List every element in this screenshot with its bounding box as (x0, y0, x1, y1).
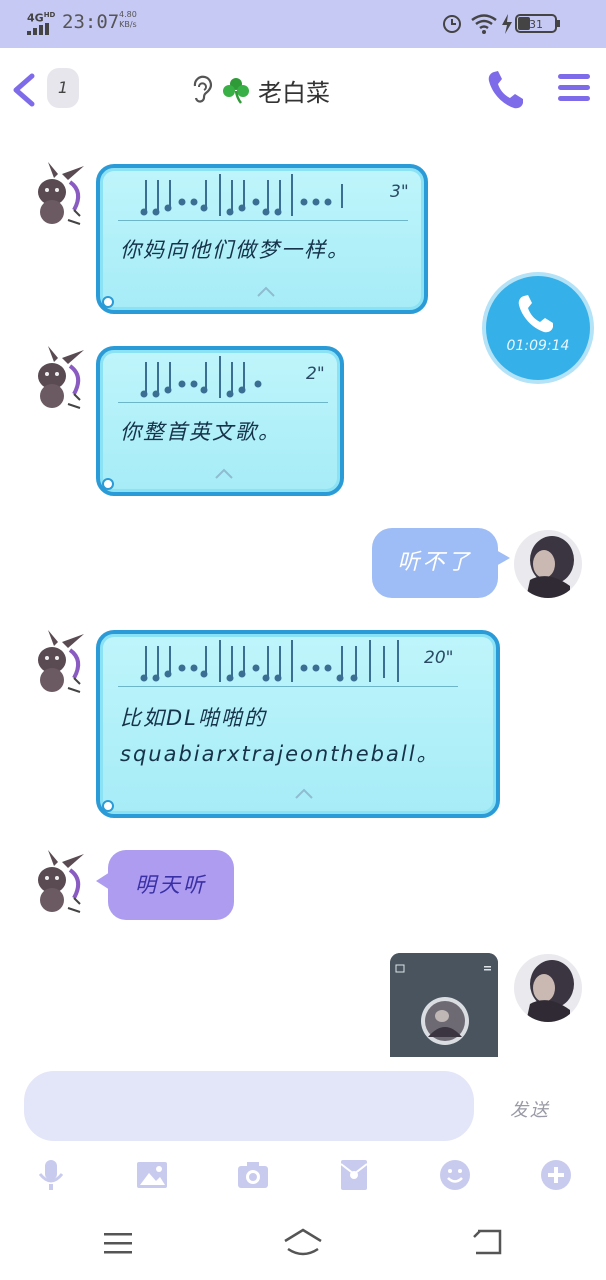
voice-waveform (140, 174, 343, 216)
divider (118, 220, 408, 221)
voice-transcript: 你整首英文歌。 (120, 420, 281, 444)
input-toolbar (0, 1150, 606, 1200)
divider (118, 402, 328, 403)
emoji-icon[interactable] (438, 1158, 472, 1192)
chevron-up-icon[interactable] (214, 468, 234, 480)
voice-transcript-line2: squabiarxtrajeontheball。 (120, 742, 440, 766)
menu-icon[interactable] (556, 70, 592, 106)
received-message-bubble[interactable]: 明天听 (108, 850, 234, 920)
signal-icon (27, 23, 49, 35)
voice-duration: 2" (306, 364, 325, 384)
my-avatar[interactable] (514, 530, 582, 598)
image-icon[interactable] (135, 1158, 169, 1192)
image-message[interactable] (390, 953, 498, 1057)
system-nav-bar (0, 1205, 606, 1280)
clock: 23:07 (62, 11, 120, 33)
call-duration: 01:09:14 (506, 338, 570, 354)
sent-message-bubble[interactable]: 听不了 (372, 528, 498, 598)
battery-level: 31 (529, 18, 543, 31)
alarm-icon (443, 15, 461, 33)
status-icons: 31 (442, 12, 582, 34)
send-button[interactable]: 发送 (510, 1096, 550, 1122)
phone-icon (518, 295, 553, 333)
charging-icon (502, 14, 512, 34)
microphone-icon[interactable] (34, 1158, 68, 1192)
camera-icon[interactable] (236, 1158, 270, 1192)
red-packet-icon[interactable] (337, 1158, 371, 1192)
bubble-tail (102, 296, 114, 308)
voice-message-bubble[interactable]: 20" 比如DL啪啪的 squabiarxtrajeontheball。 (96, 630, 500, 818)
home-icon[interactable] (282, 1227, 324, 1259)
back-icon[interactable] (8, 70, 38, 110)
back-nav-icon[interactable] (470, 1227, 504, 1259)
clover-icon (223, 78, 249, 104)
bubble-tail (102, 478, 114, 490)
battery-icon: 31 (515, 14, 560, 33)
contact-title[interactable]: 老白菜 (190, 72, 330, 108)
voice-transcript-line1: 比如DL啪啪的 (120, 706, 267, 730)
voice-duration: 20" (424, 648, 454, 668)
chevron-up-icon[interactable] (294, 788, 314, 800)
contact-name: 老白菜 (258, 78, 330, 107)
voice-message-bubble[interactable]: 2" 你整首英文歌。 (96, 346, 344, 496)
ear-icon (193, 75, 212, 103)
plus-icon[interactable] (539, 1158, 573, 1192)
bubble-tail (102, 800, 114, 812)
contact-avatar[interactable] (22, 628, 92, 698)
network-speed: 4.80 KB/s (119, 10, 137, 29)
network-indicator: 4GHD (27, 11, 56, 25)
voice-call-icon[interactable] (486, 68, 526, 112)
contact-avatar[interactable] (22, 344, 92, 414)
message-input[interactable] (24, 1071, 474, 1141)
contact-avatar[interactable] (22, 160, 92, 230)
divider (118, 686, 458, 687)
voice-waveform (140, 640, 399, 682)
voice-duration: 3" (390, 182, 409, 202)
unread-count-badge[interactable]: 1 (47, 68, 79, 108)
bubble-tail (496, 550, 510, 566)
voice-message-bubble[interactable]: 3" 你妈向他们做梦一样。 (96, 164, 428, 314)
voice-waveform (140, 356, 262, 398)
recent-apps-icon[interactable] (102, 1227, 134, 1259)
my-avatar[interactable] (514, 954, 582, 1022)
chevron-up-icon[interactable] (256, 286, 276, 298)
contact-avatar[interactable] (22, 848, 92, 918)
wifi-icon (471, 14, 497, 34)
call-record-card[interactable]: 01:09:14 (486, 276, 590, 380)
voice-transcript: 你妈向他们做梦一样。 (120, 238, 350, 262)
status-bar: 4GHD 23:07 4.80 KB/s 31 (0, 0, 606, 48)
